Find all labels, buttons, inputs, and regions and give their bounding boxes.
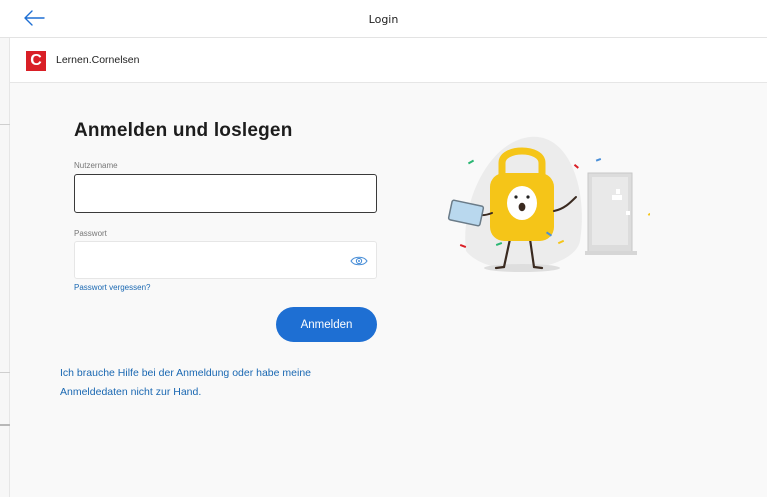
top-navigation-bar: Login — [0, 0, 767, 38]
password-label: Passwort — [74, 229, 107, 238]
help-link[interactable]: Ich brauche Hilfe bei der Anmeldung oder… — [60, 364, 380, 402]
password-field — [74, 241, 377, 279]
username-label: Nutzername — [74, 161, 118, 170]
background-divider — [0, 124, 10, 125]
password-input[interactable] — [75, 242, 345, 278]
page-title: Login — [368, 13, 399, 26]
background-divider — [0, 372, 10, 373]
login-page: C Lernen.Cornelsen Anmelden und loslegen… — [10, 39, 767, 497]
background-divider — [0, 424, 10, 426]
cornelsen-logo: C — [26, 51, 46, 71]
eye-icon[interactable] — [350, 253, 368, 267]
brand-header: C Lernen.Cornelsen — [10, 39, 767, 83]
username-input[interactable] — [74, 174, 377, 213]
login-button[interactable]: Anmelden — [276, 307, 377, 342]
mascot-illustration — [430, 131, 654, 281]
background-window-edge — [0, 0, 10, 497]
login-heading: Anmelden und loslegen — [74, 120, 293, 141]
forgot-password-link[interactable]: Passwort vergessen? — [74, 283, 150, 292]
brand-name: Lernen.Cornelsen — [56, 54, 140, 66]
